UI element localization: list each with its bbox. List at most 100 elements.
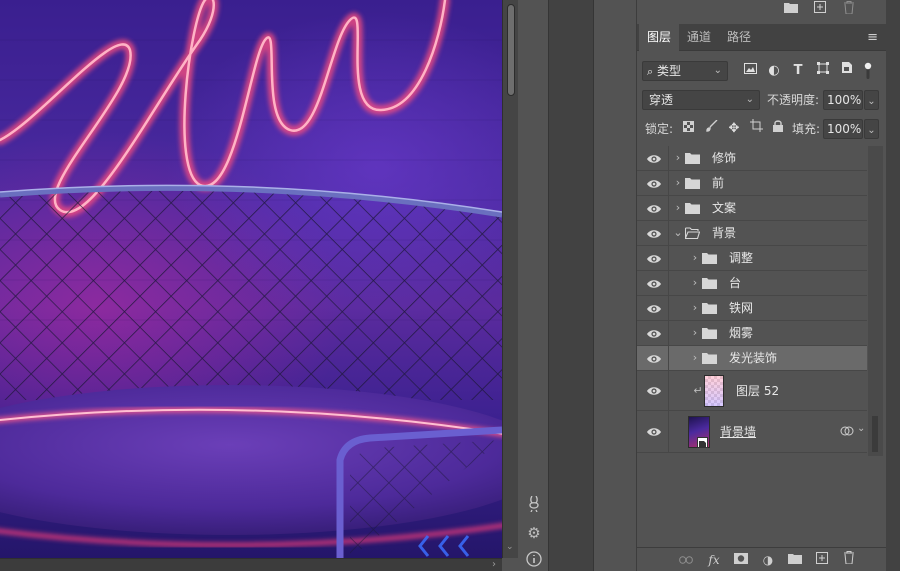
layer-name[interactable]: 背景: [712, 224, 736, 242]
add-mask-icon[interactable]: [732, 551, 750, 569]
panel-gutter: [548, 0, 594, 571]
layer-name[interactable]: 背景墙: [720, 423, 756, 441]
layer-name[interactable]: 文案: [712, 199, 736, 217]
lock-all-icon[interactable]: [769, 119, 787, 139]
filter-adjustment-icon[interactable]: ◐: [765, 61, 783, 81]
scrollbar-thumb[interactable]: [872, 416, 878, 452]
layer-row[interactable]: › 台: [637, 271, 867, 296]
search-icon: ⌕: [647, 65, 654, 78]
folder-icon: [702, 277, 717, 289]
filter-kind-select[interactable]: ⌕ 类型 ⌄: [642, 61, 728, 81]
filter-toggle-icon[interactable]: [863, 61, 873, 81]
row-separator: [668, 411, 669, 452]
layer-row[interactable]: › 文案: [637, 196, 867, 221]
chevron-right-icon[interactable]: ›: [673, 175, 683, 191]
layer-name[interactable]: 调整: [729, 249, 753, 267]
filter-shape-icon[interactable]: [814, 61, 832, 81]
chevron-right-icon[interactable]: ›: [690, 300, 700, 316]
eye-icon[interactable]: [646, 424, 662, 440]
layer-name[interactable]: 铁网: [729, 299, 753, 317]
new-layer-icon[interactable]: [812, 1, 828, 17]
filter-pixel-icon[interactable]: [741, 61, 759, 81]
info-icon[interactable]: [525, 551, 543, 569]
layer-row[interactable]: ↵ 图层 52: [637, 371, 867, 411]
tab-paths[interactable]: 路径: [719, 24, 759, 51]
filter-type-icon[interactable]: T: [789, 61, 807, 81]
row-separator: [668, 371, 669, 410]
layer-row[interactable]: 背景墙 ⌄: [637, 411, 867, 453]
layer-row[interactable]: › 铁网: [637, 296, 867, 321]
trash-icon[interactable]: [841, 1, 857, 17]
eye-icon[interactable]: [646, 383, 662, 399]
rabbit-icon[interactable]: [525, 495, 543, 514]
eye-icon[interactable]: [646, 326, 662, 342]
canvas-horizontal-scrollbar[interactable]: ›: [0, 558, 502, 571]
tab-layers[interactable]: 图层: [639, 24, 680, 51]
tab-channels[interactable]: 通道: [679, 24, 719, 51]
lock-position-icon[interactable]: ✥: [725, 119, 743, 139]
fx-icon[interactable]: fx: [705, 551, 723, 569]
fill-dropdown[interactable]: ⌄: [864, 119, 879, 139]
chevron-right-icon[interactable]: ›: [690, 350, 700, 366]
chevron-right-icon[interactable]: ›: [673, 150, 683, 166]
layer-thumbnail[interactable]: [704, 375, 724, 407]
trash-icon[interactable]: [840, 551, 858, 569]
document-canvas[interactable]: [0, 0, 502, 558]
chevron-right-icon[interactable]: ›: [690, 325, 700, 341]
lock-transparent-icon[interactable]: [679, 119, 697, 139]
layer-row[interactable]: › 调整: [637, 246, 867, 271]
layer-row[interactable]: › 烟雾: [637, 321, 867, 346]
chevron-down-icon[interactable]: ⌄: [673, 225, 683, 241]
eye-icon[interactable]: [646, 226, 662, 242]
smart-object-link-icon[interactable]: [840, 424, 854, 438]
eye-icon[interactable]: [646, 201, 662, 217]
layer-row[interactable]: ⌄ 背景: [637, 221, 867, 246]
chevron-right-icon[interactable]: ›: [690, 275, 700, 291]
chevron-right-icon[interactable]: ›: [690, 250, 700, 266]
eye-icon[interactable]: [646, 351, 662, 367]
layers-scrollbar[interactable]: [868, 146, 883, 456]
scrollbar-thumb[interactable]: [507, 4, 515, 96]
eye-icon[interactable]: [646, 151, 662, 167]
layer-name[interactable]: 台: [729, 274, 741, 292]
adjustment-layer-icon[interactable]: ◑: [759, 551, 777, 569]
layer-row[interactable]: › 修饰: [637, 146, 867, 171]
chevron-right-icon[interactable]: ›: [673, 200, 683, 216]
lock-artboard-icon[interactable]: [747, 119, 765, 139]
opacity-dropdown[interactable]: ⌄: [864, 90, 879, 110]
layer-name[interactable]: 前: [712, 174, 724, 192]
layer-name[interactable]: 修饰: [712, 149, 736, 167]
gear-icon[interactable]: ⚙: [525, 524, 543, 542]
eye-icon[interactable]: [646, 276, 662, 292]
layer-name[interactable]: 发光装饰: [729, 349, 777, 367]
eye-icon[interactable]: [646, 176, 662, 192]
layer-row[interactable]: › 前: [637, 171, 867, 196]
fill-input[interactable]: 100%: [823, 119, 863, 139]
chevron-down-icon[interactable]: ⌄: [857, 423, 865, 434]
new-group-icon[interactable]: [786, 551, 804, 569]
layer-row[interactable]: › 发光装饰: [637, 346, 867, 371]
filter-smart-object-icon[interactable]: [838, 61, 856, 81]
lock-brush-icon[interactable]: [703, 119, 721, 139]
folder-icon: [702, 327, 717, 339]
chevron-down-icon: ⌄: [745, 94, 754, 105]
eye-icon[interactable]: [646, 301, 662, 317]
blend-mode-select[interactable]: 穿透 ⌄: [642, 90, 760, 110]
canvas-vertical-scrollbar[interactable]: ⌄: [502, 0, 518, 558]
eye-icon[interactable]: [646, 251, 662, 267]
row-separator: [668, 346, 669, 370]
scroll-down-icon[interactable]: ⌄: [506, 542, 514, 552]
panel-menu-icon[interactable]: ≡: [867, 30, 878, 45]
scroll-right-icon[interactable]: ›: [492, 559, 496, 570]
link-layers-icon[interactable]: [677, 551, 695, 569]
panel-gutter-2: [594, 0, 636, 571]
layer-name[interactable]: 图层 52: [736, 382, 779, 400]
folder-icon: [702, 302, 717, 314]
folder-icon: [685, 177, 700, 189]
new-group-icon[interactable]: [783, 1, 799, 17]
new-layer-icon[interactable]: [813, 551, 831, 569]
layer-name[interactable]: 烟雾: [729, 324, 753, 342]
opacity-input[interactable]: 100%: [823, 90, 863, 110]
row-separator: [668, 221, 669, 245]
row-separator: [668, 171, 669, 195]
